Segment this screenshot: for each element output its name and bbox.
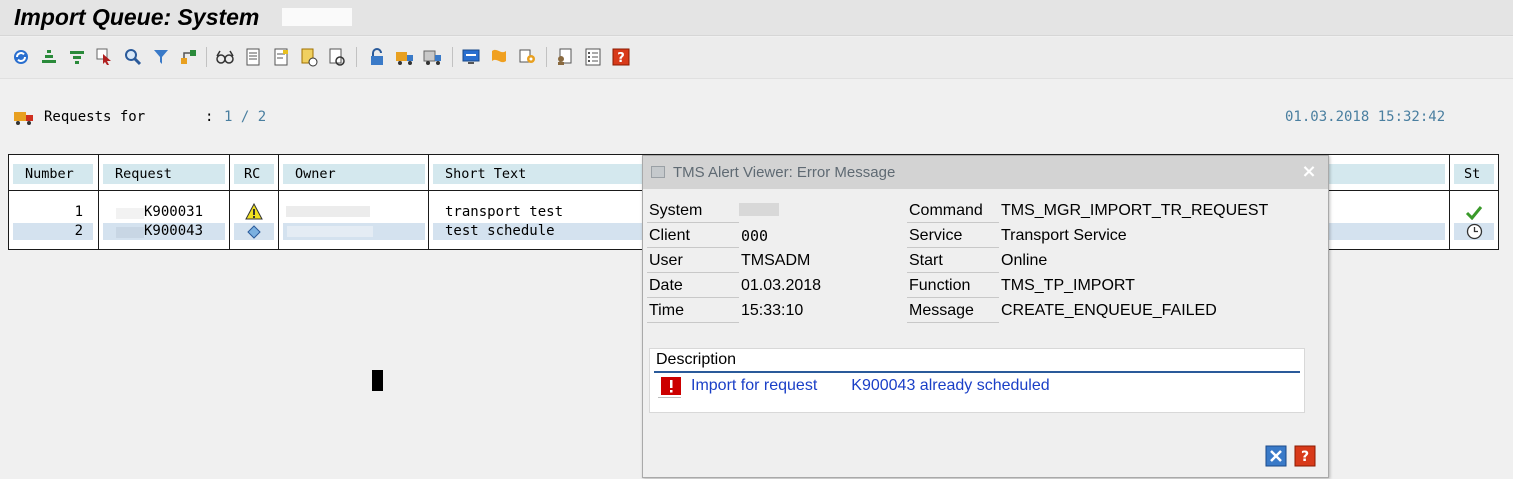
row2-owner-redacted	[287, 226, 373, 237]
refresh-icon[interactable]	[10, 46, 32, 68]
field-value-user: TMSADM	[741, 252, 811, 269]
diamond-icon	[247, 224, 261, 239]
glasses-icon[interactable]	[214, 46, 236, 68]
text-cursor	[372, 370, 383, 391]
error-icon-underline	[658, 397, 681, 398]
document-icon[interactable]	[242, 46, 264, 68]
field-label-message: Message	[907, 301, 999, 323]
monitor-icon[interactable]	[460, 46, 482, 68]
row2-short-text[interactable]: test schedule	[445, 223, 640, 240]
field-value-client: 000	[741, 227, 769, 245]
row1-request-prefix-redacted	[116, 208, 144, 219]
column-divider	[428, 155, 429, 249]
system-value-redacted	[739, 203, 779, 216]
description-divider	[654, 371, 1300, 373]
column-divider	[1449, 155, 1450, 249]
field-value-start: Online	[1001, 252, 1048, 269]
error-icon	[660, 376, 682, 396]
truck-all-icon[interactable]	[422, 46, 444, 68]
field-label-system: System	[647, 201, 739, 223]
list-icon[interactable]	[582, 46, 604, 68]
error-message-prefix: Import for request	[691, 377, 818, 394]
field-label-time: Time	[647, 301, 739, 323]
warning-icon	[245, 202, 263, 220]
current-datetime: 01.03.2018 15:32:42	[1285, 109, 1446, 125]
field-value-function: TMS_TP_IMPORT	[1001, 277, 1135, 294]
column-header-short-text[interactable]: Short Text	[433, 164, 643, 184]
column-divider	[278, 155, 279, 249]
toolbar-separator	[356, 47, 357, 67]
field-value-command: TMS_MGR_IMPORT_TR_REQUEST	[1001, 202, 1269, 219]
requests-for-label: Requests for	[44, 109, 146, 125]
field-label-client: Client	[647, 226, 739, 248]
error-message-suffix: K900043 already scheduled	[851, 377, 1050, 394]
doc-person-icon[interactable]	[554, 46, 576, 68]
cancel-button[interactable]	[1265, 445, 1287, 467]
column-header-st[interactable]: St	[1454, 164, 1494, 184]
error-message-dialog: TMS Alert Viewer: Error Message × System…	[642, 155, 1329, 478]
toolbar-separator	[206, 47, 207, 67]
log-view-icon[interactable]	[326, 46, 348, 68]
window-icon	[651, 166, 665, 178]
requests-colon: :	[205, 109, 214, 125]
field-value-message: CREATE_ENQUEUE_FAILED	[1001, 302, 1217, 319]
field-value-service: Transport Service	[1001, 227, 1127, 244]
field-value-date: 01.03.2018	[741, 277, 822, 294]
column-divider	[98, 155, 99, 249]
truck-requests-icon	[13, 108, 35, 128]
column-divider	[229, 155, 230, 249]
filter-icon[interactable]	[150, 46, 172, 68]
close-icon[interactable]: ×	[1300, 163, 1318, 181]
toolbar-separator	[452, 47, 453, 67]
log-icon[interactable]	[298, 46, 320, 68]
collapse-icon[interactable]	[38, 46, 60, 68]
dialog-title-bar[interactable]: TMS Alert Viewer: Error Message ×	[643, 156, 1328, 189]
column-header-filler	[1328, 164, 1445, 184]
toolbar-separator	[546, 47, 547, 67]
field-label-user: User	[647, 251, 739, 273]
field-label-command: Command	[907, 201, 999, 223]
field-label-date: Date	[647, 276, 739, 298]
row2-request-prefix-redacted	[116, 227, 144, 238]
help-button[interactable]: ?	[1294, 445, 1316, 467]
requests-count: 1 / 2	[224, 109, 267, 125]
select-icon[interactable]	[94, 46, 116, 68]
field-value-time: 15:33:10	[741, 302, 804, 319]
column-header-request[interactable]: Request	[103, 164, 225, 184]
field-label-function: Function	[907, 276, 999, 298]
field-label-service: Service	[907, 226, 999, 248]
description-box: Description Import for request K900043 al…	[649, 348, 1305, 413]
field-label-start: Start	[907, 251, 999, 273]
row2-number[interactable]: 2	[13, 223, 93, 240]
error-message-text[interactable]: Import for request K900043 already schedu…	[691, 377, 1050, 395]
row1-request[interactable]: K900031	[144, 204, 224, 221]
description-heading: Description	[656, 351, 737, 368]
application-toolbar: ?	[0, 37, 1513, 79]
dialog-title: TMS Alert Viewer: Error Message	[673, 164, 896, 181]
title-redacted-area	[282, 8, 352, 26]
row1-number[interactable]: 1	[13, 204, 93, 221]
row2-request[interactable]: K900043	[144, 223, 224, 240]
clock-icon	[1466, 223, 1483, 240]
row2-filler-cell	[1328, 223, 1445, 240]
row1-owner-redacted	[286, 206, 370, 217]
column-header-rc[interactable]: RC	[234, 164, 274, 184]
tree-icon[interactable]	[178, 46, 200, 68]
truck-icon[interactable]	[394, 46, 416, 68]
document-edit-icon[interactable]	[270, 46, 292, 68]
svg-text:?: ?	[617, 51, 625, 66]
svg-text:?: ?	[1301, 449, 1309, 465]
help-icon[interactable]: ?	[610, 46, 632, 68]
zoom-icon[interactable]	[122, 46, 144, 68]
alert-icon[interactable]	[488, 46, 510, 68]
column-header-owner[interactable]: Owner	[283, 164, 425, 184]
lock-icon[interactable]	[366, 46, 388, 68]
column-header-number[interactable]: Number	[13, 164, 93, 184]
page-title: Import Queue: System	[14, 4, 260, 30]
checkmark-icon	[1465, 204, 1483, 221]
title-bar: Import Queue: System	[0, 0, 1513, 36]
settings-icon[interactable]	[516, 46, 538, 68]
row1-short-text[interactable]: transport test	[445, 204, 645, 221]
filter-settings-icon[interactable]	[66, 46, 88, 68]
